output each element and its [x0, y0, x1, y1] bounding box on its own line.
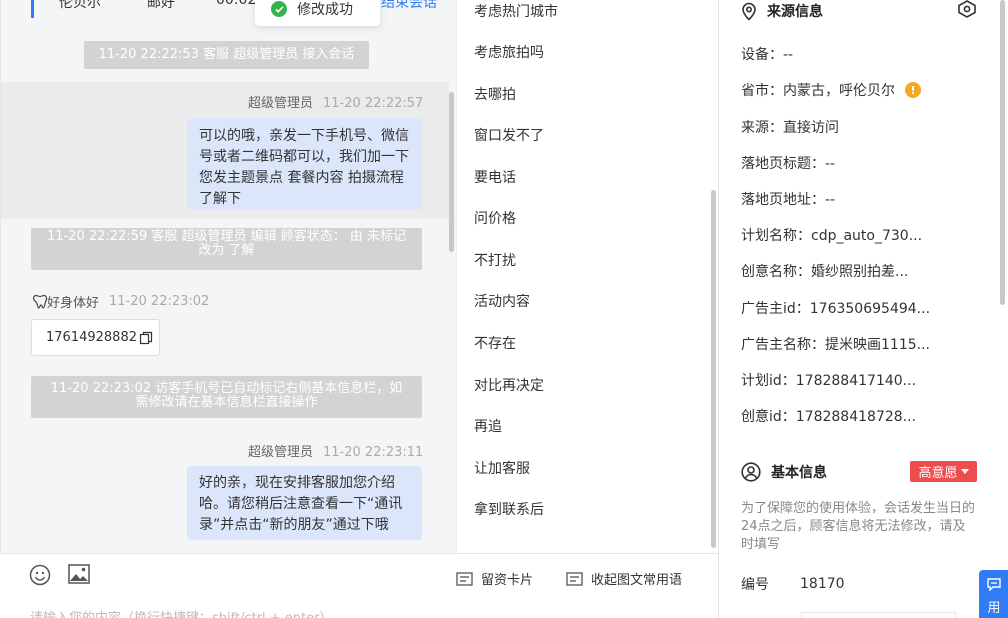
emoji-icon[interactable] — [29, 564, 51, 586]
quick-reply-item[interactable]: 不打扰 — [474, 250, 516, 270]
agent-meta: 超级管理员 11-20 22:22:57 — [248, 92, 423, 111]
message-time: 11-20 22:23:02 — [109, 294, 210, 309]
intent-badge[interactable]: 高意愿 — [910, 461, 977, 482]
lead-card-button[interactable]: 留资卡片 — [456, 569, 533, 588]
card-icon — [456, 571, 473, 586]
info-field-landing-url: 落地页地址：-- — [741, 192, 836, 208]
agent-message-bubble: 好的亲，现在安排客服加您介绍哈。请您稍后注意查看一下“通讯录”并点击“新的朋友”… — [187, 466, 422, 540]
end-session-link[interactable]: 结束会话 — [381, 0, 437, 12]
chat-panel: 伦贝尔 邮好 00:02 11-20 22:22:53 客服 超级管理员 接入会… — [0, 0, 456, 618]
customer-name: 好身体好 — [47, 296, 100, 311]
info-field-plan-id: 计划id：178288417140... — [741, 373, 917, 389]
quick-reply-item[interactable]: 让加客服 — [474, 458, 530, 478]
quick-reply-item[interactable]: 要电话 — [474, 167, 516, 187]
sender-name: 超级管理员 — [248, 445, 314, 460]
next-field-box[interactable] — [801, 612, 956, 618]
info-field-plan-name: 计划名称：cdp_auto_730... — [741, 228, 923, 244]
warning-icon[interactable]: ! — [905, 82, 921, 98]
quick-reply-item[interactable]: 活动内容 — [474, 291, 530, 311]
visitor-name: 伦贝尔 — [59, 0, 101, 11]
copy-icon[interactable] — [139, 331, 153, 345]
lead-card-label: 留资卡片 — [481, 573, 534, 588]
view-icon[interactable] — [957, 0, 977, 18]
phone-number: 17614928882 — [46, 330, 137, 345]
intent-label: 高意愿 — [918, 466, 958, 481]
info-field-creative-name: 创意名称：婚纱照别拍差... — [741, 264, 909, 280]
phrase-icon — [566, 571, 583, 586]
info-field-advertiser-id: 广告主id：176350695494... — [741, 301, 931, 317]
system-message: 11-20 22:23:02 访客手机号已自动标记右侧基本信息栏，如需修改请在基… — [31, 376, 422, 418]
info-field-region: 省市：内蒙古，呼伦贝尔 ! — [741, 80, 921, 100]
system-message: 11-20 22:22:53 客服 超级管理员 接入会话 — [84, 41, 369, 69]
collapse-phrases-label: 收起图文常用语 — [591, 573, 683, 588]
message-time: 11-20 22:22:57 — [323, 96, 424, 111]
source-title: 来源信息 — [767, 4, 823, 20]
side-action-button[interactable]: 用 — [979, 570, 1008, 618]
info-field-number: 编号 18170 — [741, 574, 845, 594]
number-value: 18170 — [800, 576, 845, 592]
quick-reply-item[interactable]: 再追 — [474, 416, 502, 436]
session-timer: 00:02 — [216, 0, 257, 8]
number-label: 编号 — [741, 577, 769, 593]
toast-text: 修改成功 — [297, 2, 353, 18]
info-field-advertiser-name: 广告主名称：提米映画1115... — [741, 337, 930, 353]
quick-reply-item[interactable]: 不存在 — [474, 333, 516, 353]
location-pin-icon — [742, 2, 756, 21]
active-indicator — [31, 0, 34, 18]
source-section-title: 来源信息 — [741, 1, 823, 21]
basic-title: 基本信息 — [771, 465, 827, 481]
quick-reply-panel: 考虑热门城市 考虑旅拍吗 去哪拍 窗口发不了 要电话 问价格 不打扰 活动内容 … — [456, 0, 718, 553]
basic-section-title: 基本信息 — [741, 462, 827, 482]
message-input-area: 留资卡片 收起图文常用语 请输入您的内容（换行快捷键：shift/ctrl + … — [0, 553, 718, 618]
caret-down-icon — [960, 468, 969, 474]
info-field-source: 来源：直接访问 — [741, 120, 839, 136]
customer-phone-message[interactable]: 17614928882 — [31, 319, 160, 356]
collapse-phrases-button[interactable]: 收起图文常用语 — [566, 569, 682, 588]
visitor-status: 邮好 — [147, 0, 175, 11]
customer-meta: 好身体好 11-20 22:23:02 — [33, 292, 209, 311]
chat-bubble-icon — [987, 578, 1001, 591]
quick-reply-item[interactable]: 去哪拍 — [474, 84, 516, 104]
sender-name: 超级管理员 — [248, 96, 314, 111]
message-input[interactable]: 请输入您的内容（换行快捷键：shift/ctrl + enter） — [30, 607, 333, 618]
quick-reply-item[interactable]: 对比再决定 — [474, 375, 544, 395]
success-toast: 修改成功 — [255, 0, 380, 26]
quick-reply-item[interactable]: 考虑旅拍吗 — [474, 42, 544, 62]
info-field-landing-title: 落地页标题：-- — [741, 156, 836, 172]
image-icon[interactable] — [68, 564, 90, 584]
agent-meta: 超级管理员 11-20 22:23:11 — [248, 441, 423, 460]
quick-reply-item[interactable]: 问价格 — [474, 208, 516, 228]
check-icon — [271, 1, 287, 17]
info-field-device: 设备：-- — [741, 47, 794, 63]
tooth-icon — [33, 294, 47, 309]
region-text: 省市：内蒙古，呼伦贝尔 — [741, 83, 895, 99]
message-time: 11-20 22:23:11 — [323, 445, 424, 460]
chat-scrollbar[interactable] — [449, 92, 454, 252]
agent-message-bubble: 可以的哦，亲发一下手机号、微信号或者二维码都可以，我们加一下您发主题景点 套餐内… — [187, 118, 422, 210]
quick-reply-item[interactable]: 考虑热门城市 — [474, 1, 558, 21]
user-icon — [741, 462, 761, 482]
info-panel: 来源信息 设备：-- 省市：内蒙古，呼伦贝尔 ! 来源：直接访问 落地页标题：-… — [718, 0, 1008, 618]
system-message: 11-20 22:22:59 客服 超级管理员 编辑 顾客状态： 由 未标记 改… — [31, 228, 422, 270]
edit-notice: 为了保障您的使用体验，会话发生当日的24点之后，顾客信息将无法修改，请及时填写 — [741, 501, 976, 552]
info-field-creative-id: 创意id：178288418728... — [741, 409, 917, 425]
side-action-label: 用 — [987, 601, 1001, 616]
quick-reply-scrollbar[interactable] — [711, 190, 716, 548]
info-scrollbar[interactable] — [1000, 0, 1005, 305]
quick-reply-item[interactable]: 窗口发不了 — [474, 125, 544, 145]
quick-reply-item[interactable]: 拿到联系后 — [474, 499, 544, 519]
